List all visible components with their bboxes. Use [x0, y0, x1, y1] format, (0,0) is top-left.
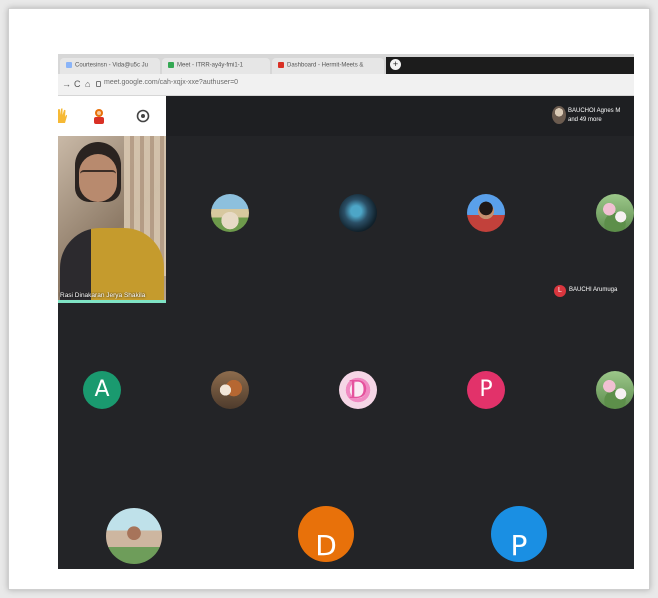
participant-avatar-a[interactable]: A — [83, 371, 121, 409]
screenshot-frame: Courtesinsn - Vida@u5c Ju Meet - ITRR-ay… — [8, 8, 650, 590]
avatar-letter: P — [479, 377, 493, 402]
speaking-pill-initial: L — [554, 285, 566, 297]
participant-avatar-3[interactable] — [467, 194, 505, 232]
participant-avatar-1[interactable] — [211, 194, 249, 232]
presenter-label: BAUCHOI Agnes M and 49 more — [568, 107, 632, 125]
browser-tab-1[interactable]: Courtesinsn - Vida@u5c Ju — [60, 58, 160, 74]
meet-toolbar-panel — [58, 96, 166, 136]
lock-icon — [96, 81, 101, 87]
presenter-chip[interactable]: BAUCHOI Agnes M and 49 more — [548, 99, 634, 133]
browser-window: Courtesinsn - Vida@u5c Ju Meet - ITRR-ay… — [58, 54, 634, 569]
video-person-face — [79, 154, 117, 202]
speaking-participant-pill: L BAUCHI Arumuga — [554, 285, 634, 297]
tab-favicon-icon — [66, 62, 72, 68]
speaking-pill-name: BAUCHI Arumuga — [569, 287, 618, 293]
avatar-letter: P — [510, 529, 528, 562]
new-tab-button[interactable]: + — [390, 59, 401, 70]
participant-avatar-d-flower[interactable]: D — [339, 371, 377, 409]
presenter-name: BAUCHOI Agnes M — [568, 108, 621, 114]
self-video-tile[interactable]: Rasi Dinakaran Jerya Shakila — [58, 136, 166, 303]
participant-avatar-d[interactable]: D — [298, 506, 354, 562]
tab-strip: Courtesinsn - Vida@u5c Ju Meet - ITRR-ay… — [58, 54, 634, 74]
tab-favicon-icon — [278, 62, 284, 68]
avatar-letter: D — [315, 529, 337, 562]
presenter-more: and 49 more — [568, 117, 602, 123]
settings-icon[interactable] — [134, 107, 152, 125]
browser-tab-3[interactable]: Dashboard - Hermit-Meets & — [272, 58, 384, 74]
participant-avatar-dog[interactable] — [211, 371, 249, 409]
meet-favicon-icon — [168, 62, 174, 68]
avatar-letter: D — [348, 376, 368, 404]
participant-avatar-2[interactable] — [339, 194, 377, 232]
browser-tab-2[interactable]: Meet - ITRR-ay4y-fmi1-1 — [162, 58, 270, 74]
activities-icon[interactable] — [90, 107, 108, 125]
avatar-letter: A — [94, 377, 110, 402]
home-icon[interactable]: ⌂ — [85, 79, 90, 89]
url-field[interactable]: meet.google.com/cah-xqjx-xxe?authuser=0 — [104, 79, 238, 86]
speaking-indicator — [58, 300, 166, 303]
participant-avatar-girl[interactable] — [106, 508, 162, 564]
self-name-label: Rasi Dinakaran Jerya Shakila — [60, 292, 146, 299]
tab-label: Courtesinsn - Vida@u5c Ju — [75, 62, 149, 69]
tab-strip-dark: + — [386, 57, 634, 74]
tab-label: Dashboard - Hermit-Meets & — [287, 62, 364, 69]
participant-avatar-flowers[interactable] — [596, 371, 634, 409]
participant-avatar-4[interactable] — [596, 194, 634, 232]
reload-icon[interactable]: C — [74, 79, 81, 89]
address-bar: → C ⌂ meet.google.com/cah-xqjx-xxe?authu… — [58, 74, 634, 96]
participant-avatar-p[interactable]: P — [467, 371, 505, 409]
raise-hand-icon[interactable] — [58, 107, 70, 125]
meet-top-bar: BAUCHOI Agnes M and 49 more — [58, 96, 634, 136]
video-person-glasses — [80, 170, 116, 178]
presenter-avatar — [552, 106, 566, 124]
tab-label: Meet - ITRR-ay4y-fmi1-1 — [177, 62, 244, 69]
back-arrow-icon[interactable]: → — [62, 79, 71, 89]
participant-avatar-p2[interactable]: P — [491, 506, 547, 562]
